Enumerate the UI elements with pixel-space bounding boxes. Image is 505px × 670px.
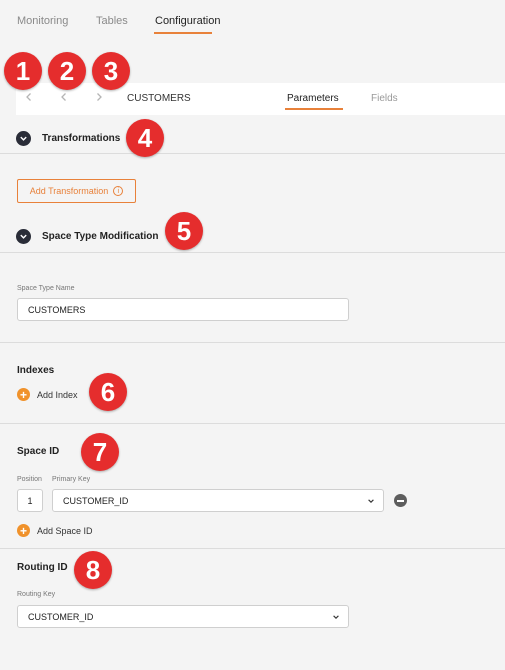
routing-key-value: CUSTOMER_ID (28, 611, 94, 622)
divider (0, 153, 505, 154)
plus-icon: + (17, 388, 30, 401)
annotation-badge-8: 8 (74, 551, 112, 589)
chevron-right-icon (97, 93, 102, 101)
annotation-badge-6: 6 (89, 373, 127, 411)
chevron-left-icon (26, 93, 31, 101)
space-type-name-label: Space Type Name (17, 285, 75, 292)
space-id-title: Space ID (17, 446, 60, 457)
transformations-header[interactable]: Transformations (16, 128, 120, 148)
chevron-left-icon (61, 93, 66, 101)
chevron-down-icon[interactable] (16, 130, 31, 146)
primary-key-value: CUSTOMER_ID (63, 495, 129, 506)
chevron-down-icon (368, 499, 374, 503)
add-index-label: Add Index (37, 389, 78, 400)
add-space-id-label: Add Space ID (37, 525, 93, 536)
top-nav: Monitoring Tables Configuration (0, 0, 505, 40)
tab-fields[interactable]: Fields (371, 93, 398, 104)
plus-icon: + (17, 524, 30, 537)
annotation-badge-4: 4 (126, 119, 164, 157)
annotation-badge-1: 1 (4, 52, 42, 90)
routing-id-title: Routing ID (17, 562, 68, 573)
chevron-down-icon[interactable] (16, 228, 31, 244)
routing-key-label: Routing Key (17, 591, 56, 598)
tab-tables[interactable]: Tables (96, 15, 128, 27)
divider (0, 252, 505, 253)
annotation-badge-2: 2 (48, 52, 86, 90)
chevron-down-icon (333, 615, 339, 619)
entity-subbar: CUSTOMERS Parameters Fields (16, 83, 505, 115)
section-title: Space Type Modification (42, 230, 159, 242)
space-type-header[interactable]: Space Type Modification (16, 226, 159, 246)
space-type-name-input[interactable]: CUSTOMERS (17, 298, 349, 321)
divider (0, 342, 505, 343)
routing-key-select[interactable]: CUSTOMER_ID (17, 605, 349, 628)
button-label: Add Transformation (29, 186, 109, 196)
add-index-button[interactable]: + Add Index (17, 388, 78, 401)
tab-monitoring[interactable]: Monitoring (17, 15, 68, 27)
remove-primary-key-button[interactable] (394, 494, 407, 507)
primary-key-label: Primary Key (52, 476, 91, 483)
divider (0, 548, 505, 549)
section-title: Transformations (42, 132, 121, 144)
info-icon: i (113, 186, 124, 196)
position-label: Position (17, 476, 42, 483)
tab-configuration[interactable]: Configuration (155, 15, 220, 27)
active-tab-underline (154, 32, 212, 34)
position-input[interactable]: 1 (17, 489, 43, 512)
indexes-title: Indexes (17, 365, 55, 376)
add-space-id-button[interactable]: + Add Space ID (17, 524, 93, 537)
minus-icon (397, 499, 404, 502)
tab-parameters[interactable]: Parameters (287, 93, 339, 104)
primary-key-select[interactable]: CUSTOMER_ID (52, 489, 384, 512)
annotation-badge-3: 3 (92, 52, 130, 90)
add-transformation-button[interactable]: Add Transformation i (17, 179, 136, 203)
annotation-badge-7: 7 (81, 433, 119, 471)
entity-name: CUSTOMERS (127, 93, 191, 104)
active-subtab-underline (285, 108, 343, 110)
back-first-button[interactable] (25, 92, 33, 105)
back-button[interactable] (60, 92, 68, 105)
divider (0, 423, 505, 424)
annotation-badge-5: 5 (165, 212, 203, 250)
forward-button[interactable] (95, 92, 103, 105)
